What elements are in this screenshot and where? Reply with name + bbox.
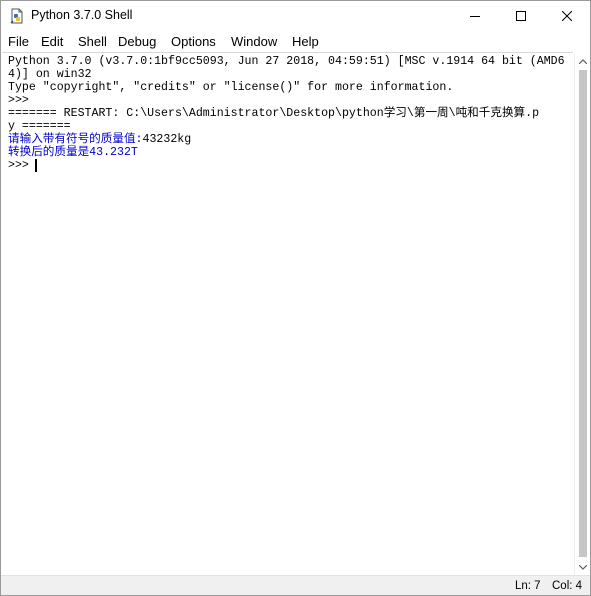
menu-debug[interactable]: Debug (118, 34, 156, 49)
status-column-number: Col: 4 (552, 580, 583, 592)
window-title: Python 3.7.0 Shell (31, 8, 133, 22)
shell-input-line: 请输入带有符号的质量值:43232kg (8, 133, 191, 146)
idle-shell-window: Python 3.7.0 Shell File Edit Shell Debug… (0, 0, 591, 596)
input-value-text: 43232kg (142, 133, 192, 146)
maximize-button[interactable] (498, 1, 544, 31)
shell-prompt-1: >>> (8, 94, 36, 107)
input-prompt-text: 请输入带有符号的质量值: (8, 133, 143, 146)
shell-line-banner-3: Type "copyright", "credits" or "license(… (8, 81, 454, 94)
chevron-down-icon (579, 564, 587, 570)
close-button[interactable] (544, 1, 590, 31)
scroll-up-button[interactable] (575, 53, 590, 69)
menu-help[interactable]: Help (292, 34, 319, 49)
menu-shell[interactable]: Shell (78, 34, 107, 49)
close-icon (562, 11, 572, 21)
shell-output-line: 转换后的质量是43.232T (8, 146, 138, 159)
shell-prompt-2: >>> (8, 159, 36, 172)
vertical-scrollbar[interactable] (574, 53, 590, 575)
title-bar[interactable]: Python 3.7.0 Shell (1, 1, 590, 31)
shell-text-area[interactable]: Python 3.7.0 (v3.7.0:1bf9cc5093, Jun 27 … (2, 52, 573, 576)
menu-window[interactable]: Window (231, 34, 277, 49)
shell-line-banner-1: Python 3.7.0 (v3.7.0:1bf9cc5093, Jun 27 … (8, 55, 565, 68)
status-line-number: Ln: 7 (515, 580, 541, 592)
scroll-thumb[interactable] (579, 70, 587, 557)
menu-options[interactable]: Options (171, 34, 216, 49)
shell-line-banner-2: 4)] on win32 (8, 68, 92, 81)
python-idle-icon (9, 8, 25, 24)
shell-restart-line-1: ======= RESTART: C:\Users\Administrator\… (8, 107, 540, 120)
status-bar: Ln: 7 Col: 4 (1, 575, 590, 595)
text-cursor (35, 159, 37, 172)
minimize-icon (470, 16, 480, 17)
scroll-down-button[interactable] (575, 559, 590, 575)
menu-file[interactable]: File (8, 34, 29, 49)
shell-restart-line-2: y ======= (8, 120, 71, 133)
chevron-up-icon (579, 58, 587, 64)
maximize-icon (516, 11, 526, 21)
menu-bar: File Edit Shell Debug Options Window Hel… (1, 31, 590, 52)
menu-edit[interactable]: Edit (41, 34, 63, 49)
minimize-button[interactable] (452, 1, 498, 31)
